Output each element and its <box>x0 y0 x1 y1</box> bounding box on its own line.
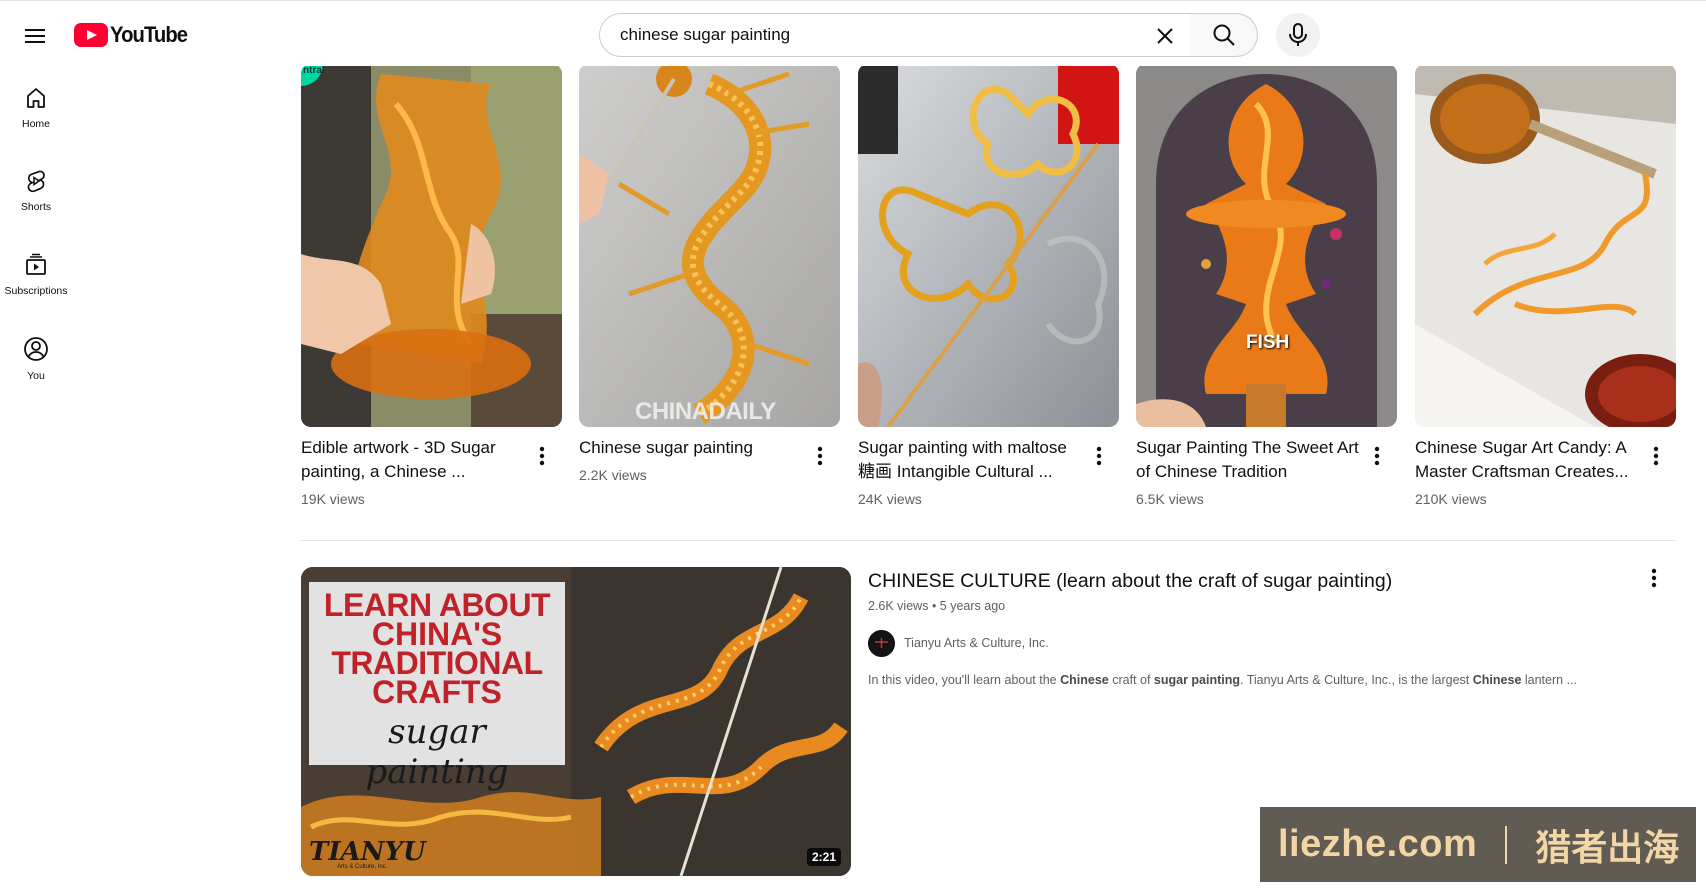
more-vert-icon <box>539 446 545 466</box>
section-divider <box>301 540 1676 541</box>
video-metadata: 2.6K views • 5 years ago <box>868 599 1005 613</box>
desc-highlight: sugar painting <box>1153 673 1241 687</box>
search-box <box>599 13 1191 57</box>
youtube-logo[interactable]: YouTube <box>74 22 194 48</box>
subscriptions-icon <box>26 253 46 275</box>
channel-avatar[interactable] <box>868 630 895 657</box>
short-badge: ntral <box>303 65 325 76</box>
sugar-ladle-image <box>1415 64 1676 427</box>
thumbnail-script-text: sugar painting <box>365 712 509 792</box>
sidebar-item-label: Shorts <box>20 201 52 213</box>
short-more-button[interactable] <box>1087 444 1111 468</box>
sidebar-item-label: You <box>27 370 45 382</box>
short-title[interactable]: Chinese sugar painting <box>579 436 804 460</box>
sidebar-item-you[interactable]: You <box>0 316 72 390</box>
thumbnail-brand-sub: Arts & Culture, Inc. <box>337 864 388 870</box>
youtube-play-icon <box>74 23 108 47</box>
short-thumbnail[interactable]: ntral <box>301 64 562 427</box>
more-vert-icon <box>817 446 823 466</box>
sugar-sculpture-image <box>301 64 562 427</box>
desc-text: craft of <box>1108 673 1154 687</box>
microphone-icon <box>1289 23 1307 46</box>
video-views: 2.6K views <box>868 599 929 613</box>
search-input[interactable] <box>618 24 1102 46</box>
desc-text: lantern ... <box>1521 673 1577 687</box>
short-title[interactable]: Chinese Sugar Art Candy: A Master Crafts… <box>1415 436 1640 484</box>
sugar-pagoda-image <box>1136 64 1397 427</box>
short-overlay-text: CHINADAILY <box>635 398 776 425</box>
short-title[interactable]: Sugar painting with maltose 糖画 Intangibl… <box>858 436 1083 484</box>
home-icon <box>27 88 45 108</box>
close-icon <box>1157 28 1173 44</box>
watermark-brand: 猎者出海 <box>1535 826 1680 868</box>
sidebar-item-home[interactable]: Home <box>0 66 72 140</box>
sidebar-item-label: Home <box>21 118 50 130</box>
sidebar-item-label: Subscriptions <box>4 285 68 297</box>
you-icon <box>24 337 48 361</box>
desc-text: . Tianyu Arts & Culture, Inc., is the la… <box>1240 673 1473 687</box>
thumbnail-text-line-4: CRAFTS <box>372 674 502 710</box>
short-more-button[interactable] <box>1644 444 1668 468</box>
clear-search-button[interactable] <box>1152 23 1178 49</box>
shorts-icon <box>27 170 45 193</box>
video-age: 5 years ago <box>939 599 1006 613</box>
short-views: 19K views <box>301 491 365 507</box>
sugar-butterfly-image <box>858 64 1119 427</box>
search-button[interactable] <box>1190 13 1258 57</box>
more-vert-icon <box>1096 446 1102 466</box>
more-vert-icon <box>1653 446 1659 466</box>
short-more-button[interactable] <box>530 444 554 468</box>
short-overlay-text: FISH <box>1246 332 1290 353</box>
watermark-separator <box>1505 825 1508 864</box>
channel-logo-icon <box>868 630 895 657</box>
sidebar-item-subscriptions[interactable]: Subscriptions <box>0 233 72 307</box>
more-vert-icon <box>1374 446 1380 466</box>
short-views: 6.5K views <box>1136 491 1204 507</box>
watermark-overlay: liezhe.com 猎者出海 <box>1260 807 1696 882</box>
short-more-button[interactable] <box>1365 444 1389 468</box>
hamburger-icon <box>25 29 45 43</box>
search-icon <box>1213 24 1235 46</box>
video-duration: 2:21 <box>806 848 841 866</box>
masthead: YouTube <box>0 0 1706 66</box>
short-title[interactable]: Sugar Painting The Sweet Art of Chinese … <box>1136 436 1361 484</box>
short-views: 210K views <box>1415 491 1487 507</box>
short-views: 2.2K views <box>579 467 647 483</box>
short-more-button[interactable] <box>808 444 832 468</box>
short-thumbnail[interactable] <box>1415 64 1676 427</box>
desc-text: In this video, you'll learn about the <box>868 673 1061 687</box>
video-thumbnail[interactable]: LEARN ABOUT CHINA'S TRADITIONAL CRAFTS s… <box>301 567 851 876</box>
desc-highlight: Chinese <box>1472 673 1522 687</box>
short-title[interactable]: Edible artwork - 3D Sugar painting, a Ch… <box>301 436 526 484</box>
desc-highlight: Chinese <box>1060 673 1109 687</box>
watermark-domain: liezhe.com <box>1278 823 1478 865</box>
video-title[interactable]: CHINESE CULTURE (learn about the craft o… <box>868 570 1392 593</box>
short-thumbnail[interactable]: FISH <box>1136 64 1397 427</box>
thumbnail-brand: TIANYU <box>309 837 426 867</box>
sidebar-item-shorts[interactable]: Shorts <box>0 149 72 223</box>
video-description-snippet: In this video, you'll learn about the Ch… <box>868 673 1577 687</box>
video-more-button[interactable] <box>1642 566 1666 590</box>
more-vert-icon <box>1651 568 1657 588</box>
short-thumbnail[interactable] <box>858 64 1119 427</box>
short-views: 24K views <box>858 491 922 507</box>
sugar-dragon-image <box>579 64 840 427</box>
channel-name[interactable]: Tianyu Arts & Culture, Inc. <box>904 636 1049 650</box>
short-thumbnail[interactable]: CHINADAILY <box>579 64 840 427</box>
logo-text: YouTube <box>110 22 188 47</box>
guide-menu-button[interactable] <box>18 19 52 53</box>
meta-separator-dot: • <box>931 599 940 613</box>
voice-search-button[interactable] <box>1276 13 1320 57</box>
